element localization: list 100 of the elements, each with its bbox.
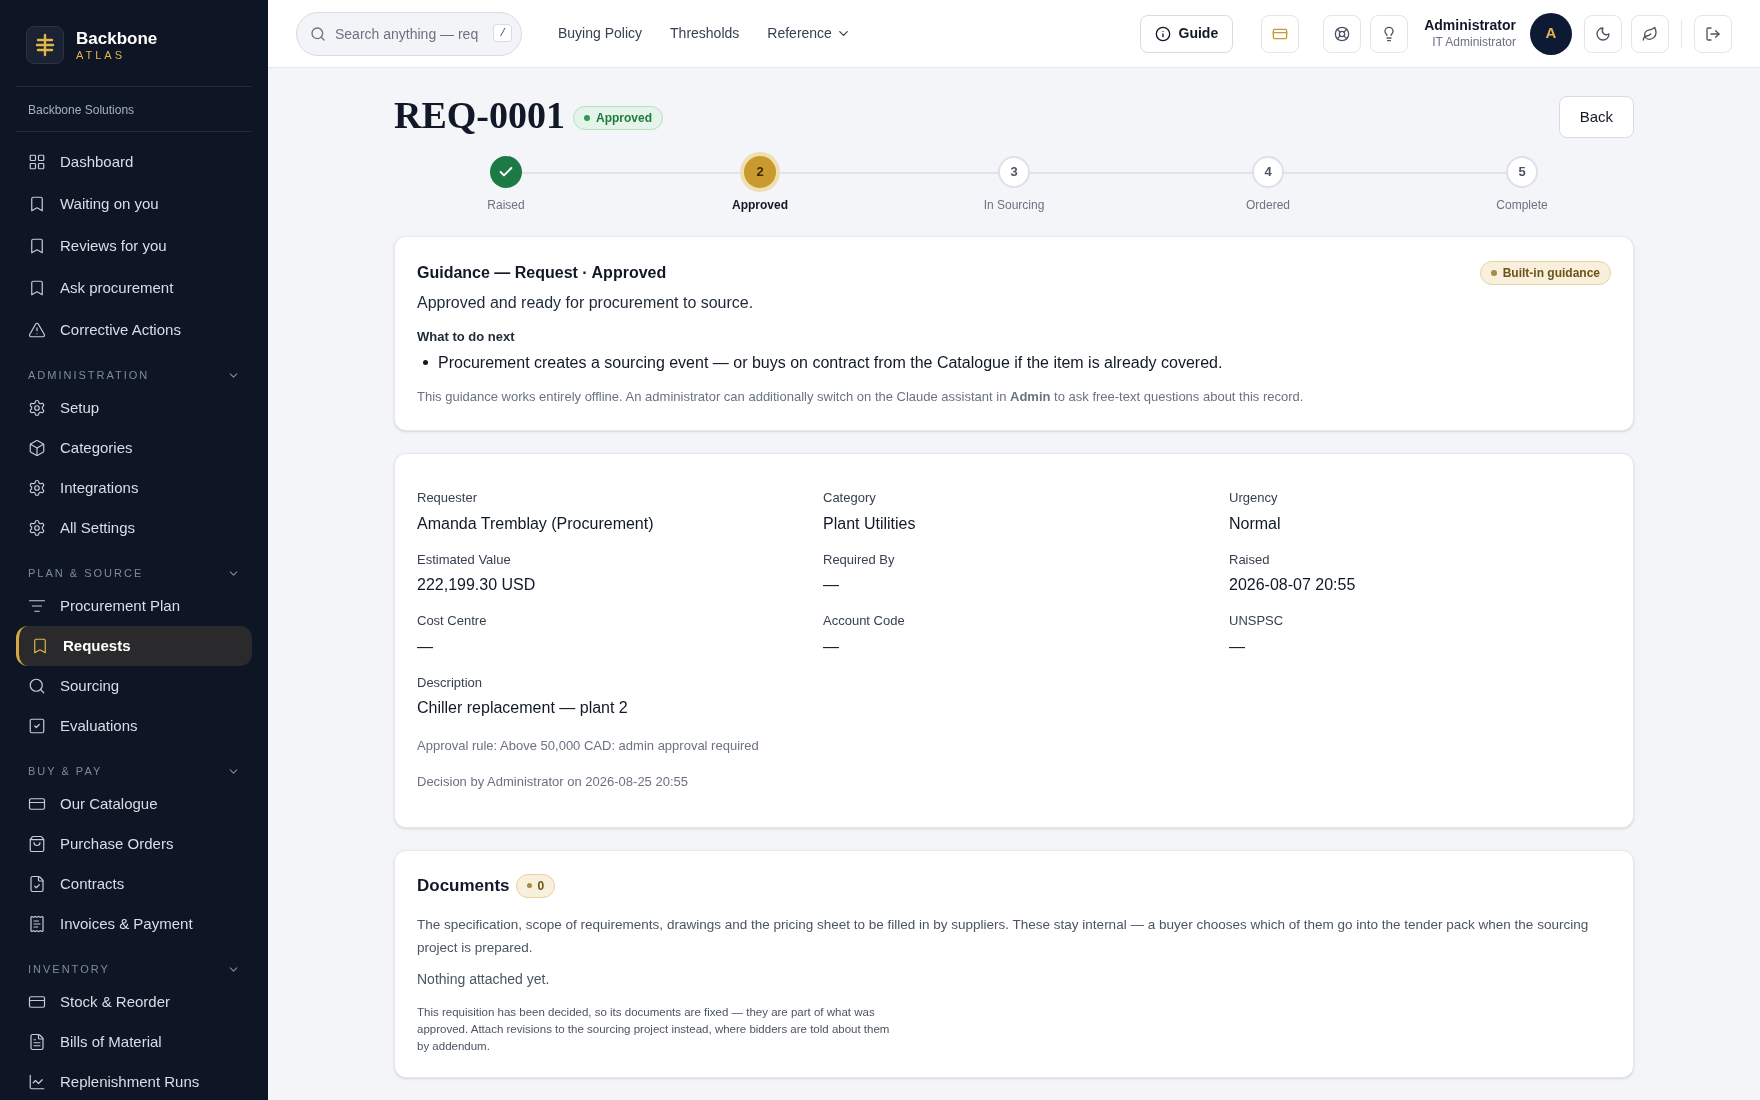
- sidebar-item[interactable]: Categories: [16, 428, 252, 468]
- field-label: Cost Centre: [417, 612, 488, 630]
- leaf-icon: [1642, 25, 1658, 42]
- step-label: Ordered: [1246, 197, 1290, 214]
- field-value: 2026-08-07 20:55: [1229, 575, 1357, 595]
- sidebar-item[interactable]: Requests: [16, 626, 252, 666]
- step-label: Complete: [1496, 197, 1548, 214]
- checkbox-icon: [28, 717, 46, 735]
- step-label: Approved: [732, 197, 788, 214]
- section-header[interactable]: BUY & PAY: [16, 758, 252, 784]
- documents-intro: The specification, scope of requirements, drawings and the pricing sheet to be filled in by suppliers. These stay internal — a buyer chooses which of them go into the tender pack when the sourcing project is prepared.: [417, 915, 1590, 957]
- sidebar-item[interactable]: All Settings: [16, 508, 252, 548]
- lifebuoy-icon: [1334, 25, 1351, 42]
- nav-link[interactable]: Thresholds: [670, 23, 740, 44]
- gear-icon: [28, 479, 46, 497]
- bookmark-icon: [28, 279, 46, 297]
- search-icon: [28, 677, 46, 695]
- user-avatar[interactable]: A: [1530, 12, 1572, 55]
- step-label: Raised: [487, 197, 525, 214]
- field-label: Category: [823, 489, 877, 507]
- chart-icon: [28, 1073, 46, 1091]
- brand-name: Backbone: [76, 29, 158, 47]
- section-header[interactable]: INVENTORY: [16, 956, 252, 982]
- next-step-text: Procurement creates a sourcing event — or buys on contract from the Catalogue if the item is already covered.: [438, 352, 1223, 373]
- sidebar-item[interactable]: Bills of Material: [16, 1022, 252, 1062]
- next-steps-heading: What to do next: [417, 328, 516, 346]
- nav-link[interactable]: Buying Policy: [558, 23, 643, 44]
- sidebar-item[interactable]: Evaluations: [16, 706, 252, 746]
- sidebar-item[interactable]: Our Catalogue: [16, 784, 252, 824]
- logo-icon: [26, 26, 64, 64]
- back-button[interactable]: Back: [1558, 96, 1634, 138]
- help-button[interactable]: [1323, 14, 1362, 53]
- sidebar-item[interactable]: Sourcing: [16, 666, 252, 706]
- gear-icon: [28, 519, 46, 537]
- step-number: 2: [756, 163, 764, 182]
- status-badge: Approved: [573, 106, 663, 130]
- sidebar-item[interactable]: Stock & Reorder: [16, 982, 252, 1022]
- section-header[interactable]: ADMINISTRATION: [16, 362, 252, 388]
- sidebar-item[interactable]: Corrective Actions: [16, 310, 252, 350]
- sidebar-item[interactable]: Dashboard: [16, 142, 252, 182]
- sidebar-item[interactable]: Reviews for you: [16, 226, 252, 266]
- cube-icon: [28, 439, 46, 457]
- tips-button[interactable]: [1370, 14, 1409, 53]
- moon-icon: [1595, 25, 1611, 42]
- user-name: Administrator: [1424, 17, 1516, 35]
- field-value: Amanda Tremblay (Procurement): [417, 513, 655, 534]
- step-number: 3: [1010, 163, 1018, 182]
- page-title: REQ-0001: [394, 96, 565, 134]
- sidebar-item[interactable]: Setup: [16, 388, 252, 428]
- section-header[interactable]: PLAN & SOURCE: [16, 560, 252, 586]
- field-label: Account Code: [823, 612, 906, 630]
- field-label: Required By: [823, 550, 896, 569]
- count-badge: 0: [515, 873, 556, 898]
- sidebar-item[interactable]: Procurement Plan: [16, 586, 252, 626]
- sidebar-item[interactable]: Waiting on you: [16, 184, 252, 224]
- field-value: 222,199.30 USD: [417, 575, 537, 595]
- bullet-icon: [423, 360, 428, 365]
- field-label: Urgency: [1229, 489, 1279, 507]
- card-icon: [28, 795, 46, 813]
- receipt-icon: [28, 915, 46, 933]
- logout-button[interactable]: [1694, 14, 1732, 53]
- field-value: —: [823, 636, 840, 657]
- sidebar-item[interactable]: Integrations: [16, 468, 252, 508]
- grid-icon: [28, 153, 46, 171]
- card-icon: [28, 993, 46, 1011]
- detail-note: Decision by Administrator on 2026-08-25 20:55: [417, 772, 689, 791]
- field-value: —: [823, 575, 840, 595]
- field-value: —: [1229, 636, 1246, 657]
- leaf-button[interactable]: [1631, 14, 1669, 53]
- warning-icon: [28, 321, 46, 339]
- card-title: Guidance — Request · Approved: [417, 263, 667, 283]
- list-icon: [28, 597, 46, 615]
- step-number: 5: [1518, 163, 1526, 182]
- sidebar-item[interactable]: Contracts: [16, 864, 252, 904]
- detail-note: Approval rule: Above 50,000 CAD: admin approval required: [417, 737, 760, 755]
- info-icon: [1154, 25, 1171, 42]
- wallet-button[interactable]: [1261, 14, 1300, 53]
- field-value: —: [417, 636, 434, 657]
- logout-icon: [1705, 25, 1721, 42]
- nav-link[interactable]: Reference: [767, 23, 851, 44]
- sidebar-item[interactable]: Replenishment Runs: [16, 1062, 252, 1100]
- sidebar-item[interactable]: Ask procurement: [16, 268, 252, 308]
- sidebar-item[interactable]: Invoices & Payment: [16, 904, 252, 944]
- sidebar-item[interactable]: Purchase Orders: [16, 824, 252, 864]
- guidance-note: This guidance works entirely offline. An administrator can additionally switch on the Claude assistant in Admin to ask free-text questions about this record.: [417, 387, 1305, 406]
- guide-button[interactable]: Guide: [1139, 14, 1234, 53]
- field-label: UNSPSC: [1229, 612, 1285, 630]
- guidance-badge: Built-in guidance: [1479, 261, 1611, 285]
- search-icon: [310, 25, 326, 42]
- field-value: Chiller replacement — plant 2: [417, 698, 629, 718]
- dark-mode-button[interactable]: [1584, 14, 1622, 53]
- bookmark-icon: [28, 195, 46, 213]
- field-label: Estimated Value: [417, 550, 512, 569]
- empty-state: Nothing attached yet.: [417, 969, 551, 989]
- field-label: Requester: [417, 489, 478, 507]
- user-role: IT Administrator: [1432, 34, 1516, 50]
- bookmark-icon: [28, 237, 46, 255]
- step-label: In Sourcing: [983, 197, 1045, 214]
- organization-name: Backbone Solutions: [28, 103, 135, 117]
- bookmark-icon: [31, 637, 49, 655]
